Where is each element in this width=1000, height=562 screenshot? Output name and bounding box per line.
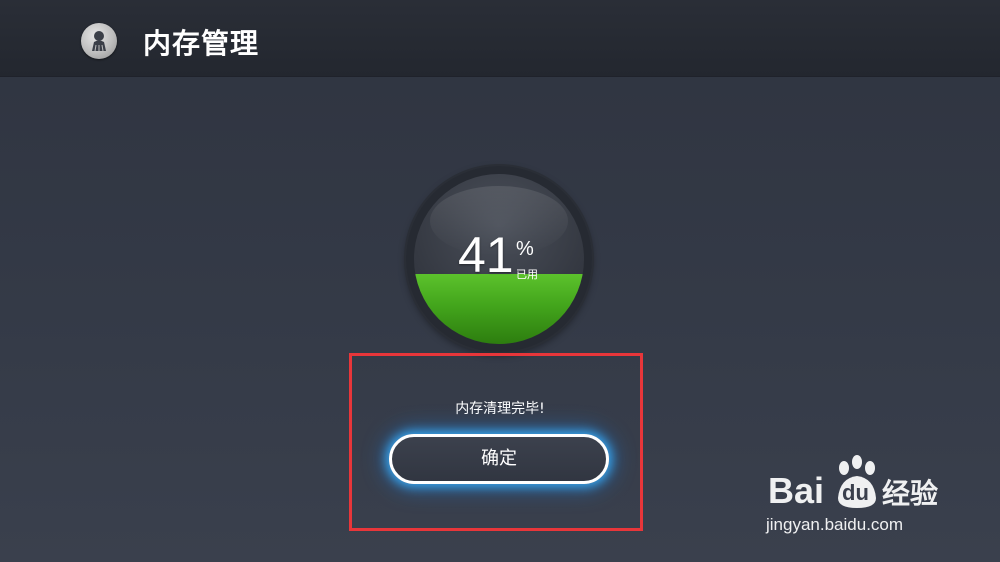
baidu-jingyan-watermark: Bai du 经验 jingyan.baidu.com	[760, 452, 990, 542]
header-bar: 内存管理	[0, 0, 1000, 76]
clean-complete-message: 内存清理完毕!	[455, 401, 545, 417]
ok-button[interactable]: 确定	[389, 434, 609, 484]
page-title: 内存管理	[143, 27, 260, 60]
gauge-percent-unit: %	[516, 238, 534, 260]
gauge-percent-value: 41	[458, 227, 514, 283]
watermark-product-text: 经验	[882, 477, 939, 510]
watermark-du-text: du	[842, 480, 869, 505]
broom-clean-icon[interactable]	[81, 23, 117, 59]
gauge-fill	[414, 274, 584, 344]
gauge-used-label: 已用	[516, 268, 538, 281]
watermark-brand-text: Bai	[768, 470, 825, 511]
watermark-url: jingyan.baidu.com	[766, 515, 904, 534]
